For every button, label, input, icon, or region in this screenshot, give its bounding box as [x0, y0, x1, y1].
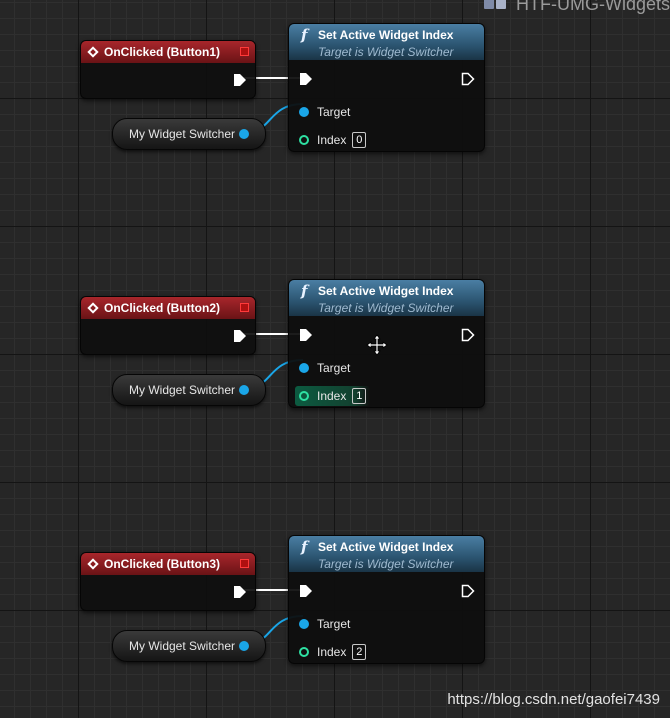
function-icon: f [301, 282, 308, 300]
exec-out-pin-icon[interactable] [233, 585, 247, 599]
blueprint-group-1: OnClicked (Button1) My Widget Switcher f… [0, 23, 670, 200]
exec-out-pin-icon[interactable] [461, 584, 475, 598]
variable-label: My Widget Switcher [129, 383, 236, 397]
function-node[interactable]: f Set Active Widget Index Target is Widg… [288, 535, 485, 664]
variable-output-pin[interactable] [239, 129, 249, 139]
blueprint-group-2: OnClicked (Button2) My Widget Switcher f… [0, 279, 670, 456]
index-value-input[interactable]: 1 [352, 388, 367, 404]
blueprint-group-3: OnClicked (Button3) My Widget Switcher f… [0, 535, 670, 712]
index-pin-row[interactable]: Index 1 [295, 386, 371, 406]
function-subtitle: Target is Widget Switcher [318, 45, 454, 59]
index-pin-icon[interactable] [299, 135, 309, 145]
event-node[interactable]: OnClicked (Button1) [80, 40, 256, 99]
function-title: Set Active Widget Index [318, 284, 454, 298]
event-header: OnClicked (Button1) [81, 41, 255, 63]
index-value-input[interactable]: 2 [352, 644, 367, 660]
variable-output-pin[interactable] [239, 641, 249, 651]
index-pin-icon[interactable] [299, 391, 309, 401]
delegate-pin-icon[interactable] [240, 559, 249, 568]
graph-title-text: HTF-UMG-Widgets [516, 0, 670, 14]
target-label: Target [317, 361, 351, 375]
move-cursor-icon [366, 334, 388, 356]
function-title: Set Active Widget Index [318, 540, 454, 554]
index-label: Index [317, 133, 347, 147]
delegate-pin-icon[interactable] [240, 303, 249, 312]
event-diamond-icon [87, 302, 99, 314]
event-header: OnClicked (Button2) [81, 297, 255, 319]
event-node[interactable]: OnClicked (Button2) [80, 296, 256, 355]
index-pin-row[interactable]: Index 2 [295, 642, 370, 662]
target-pin-icon[interactable] [299, 363, 309, 373]
variable-label: My Widget Switcher [129, 639, 236, 653]
event-node[interactable]: OnClicked (Button3) [80, 552, 256, 611]
variable-output-pin[interactable] [239, 385, 249, 395]
index-label: Index [317, 389, 347, 403]
function-subtitle: Target is Widget Switcher [318, 557, 454, 571]
function-node[interactable]: f Set Active Widget Index Target is Widg… [288, 23, 485, 152]
exec-in-pin-icon[interactable] [299, 328, 313, 342]
function-header: f Set Active Widget Index Target is Widg… [289, 280, 484, 316]
function-header: f Set Active Widget Index Target is Widg… [289, 24, 484, 60]
target-pin-icon[interactable] [299, 619, 309, 629]
graph-tab-title: HTF-UMG-Widgets [484, 0, 670, 15]
event-diamond-icon [87, 558, 99, 570]
variable-node[interactable]: My Widget Switcher [112, 118, 266, 150]
function-subtitle: Target is Widget Switcher [318, 301, 454, 315]
event-title: OnClicked (Button1) [104, 45, 220, 59]
blueprint-tab-icon [484, 0, 508, 11]
delegate-pin-icon[interactable] [240, 47, 249, 56]
exec-out-pin-icon[interactable] [233, 73, 247, 87]
event-title: OnClicked (Button2) [104, 301, 220, 315]
index-label: Index [317, 645, 347, 659]
target-pin-row[interactable]: Target [299, 358, 350, 378]
event-diamond-icon [87, 46, 99, 58]
exec-out-pin-icon[interactable] [233, 329, 247, 343]
exec-out-pin-icon[interactable] [461, 72, 475, 86]
variable-node[interactable]: My Widget Switcher [112, 630, 266, 662]
function-header: f Set Active Widget Index Target is Widg… [289, 536, 484, 572]
target-pin-icon[interactable] [299, 107, 309, 117]
event-header: OnClicked (Button3) [81, 553, 255, 575]
index-pin-icon[interactable] [299, 647, 309, 657]
exec-in-pin-icon[interactable] [299, 584, 313, 598]
target-pin-row[interactable]: Target [299, 102, 350, 122]
index-pin-row[interactable]: Index 0 [295, 130, 370, 150]
variable-label: My Widget Switcher [129, 127, 236, 141]
function-icon: f [301, 538, 308, 556]
index-value-input[interactable]: 0 [352, 132, 367, 148]
exec-out-pin-icon[interactable] [461, 328, 475, 342]
function-title: Set Active Widget Index [318, 28, 454, 42]
target-label: Target [317, 105, 351, 119]
event-title: OnClicked (Button3) [104, 557, 220, 571]
target-pin-row[interactable]: Target [299, 614, 350, 634]
variable-node[interactable]: My Widget Switcher [112, 374, 266, 406]
exec-in-pin-icon[interactable] [299, 72, 313, 86]
watermark: https://blog.csdn.net/gaofei7439 [447, 691, 660, 708]
target-label: Target [317, 617, 351, 631]
function-icon: f [301, 26, 308, 44]
